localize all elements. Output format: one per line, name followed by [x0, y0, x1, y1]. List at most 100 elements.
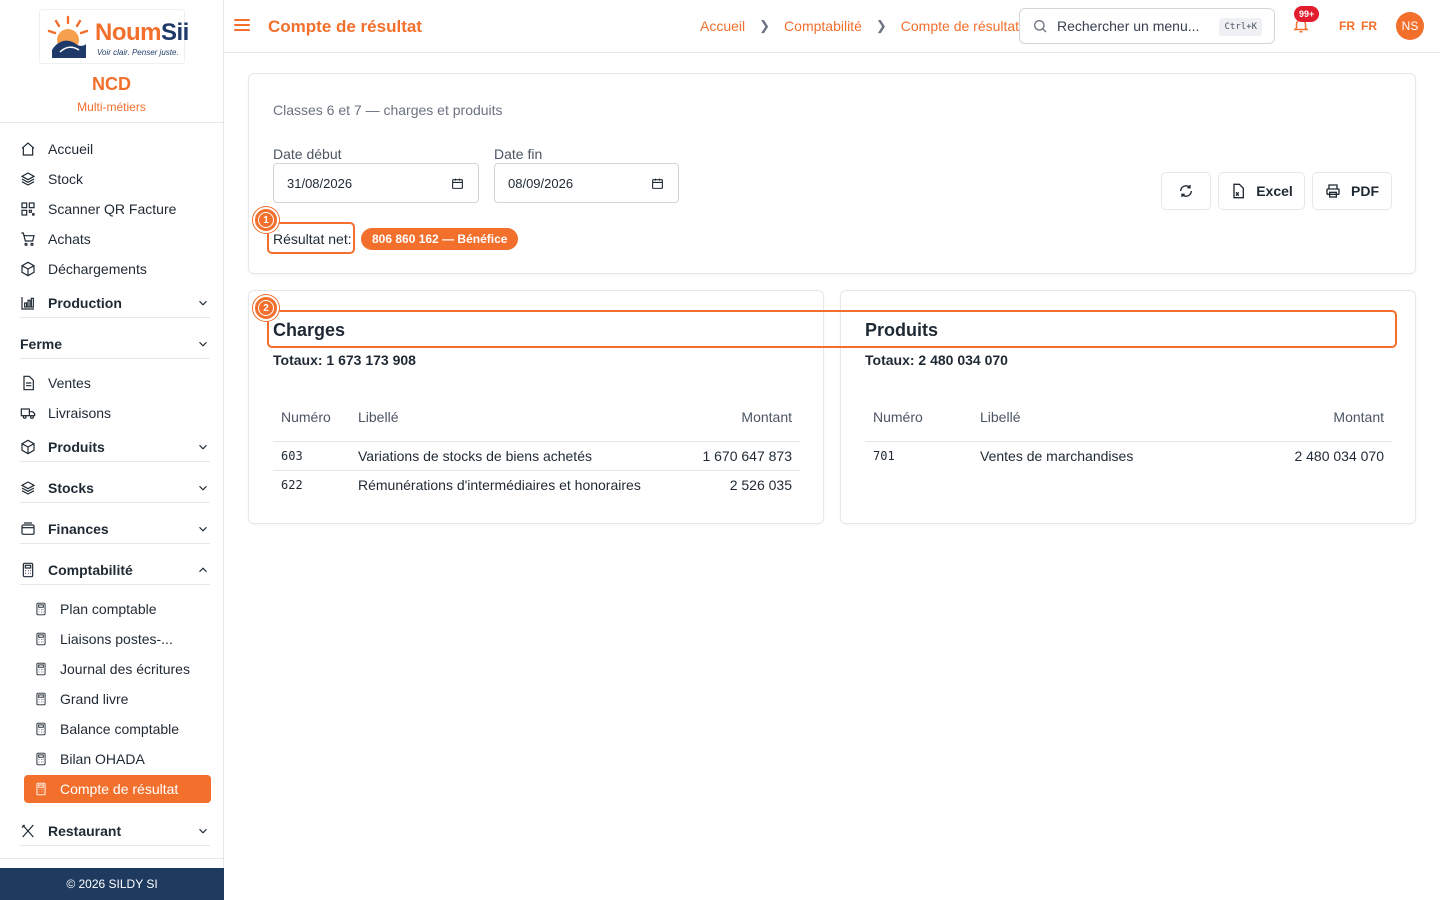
sidebar-group-finances[interactable]: Finances — [20, 514, 210, 544]
breadcrumb-item[interactable]: Accueil — [700, 18, 745, 34]
end-date-field[interactable]: 08/09/2026 — [494, 163, 679, 203]
cell-libelle: Ventes de marchandises — [980, 447, 1134, 464]
sidebar-subitem-journal[interactable]: Journal des écritures — [34, 655, 190, 683]
sidebar-subitem-compte-resultat[interactable]: Compte de résultat — [24, 775, 211, 803]
qr-icon — [21, 202, 35, 216]
annotation-marker-1: 1 — [253, 207, 279, 233]
column-header[interactable]: Numéro — [865, 399, 972, 442]
highlight-section-titles — [267, 310, 1397, 348]
group-label: Stocks — [48, 479, 94, 496]
start-date-value: 31/08/2026 — [287, 175, 353, 191]
card-subtitle: Classes 6 et 7 — charges et produits — [273, 102, 503, 118]
start-date-field[interactable]: 31/08/2026 — [273, 163, 479, 203]
group-label: Ferme — [20, 335, 63, 352]
sidebar: NoumSii Voir clair. Penser juste. NCD Mu… — [0, 0, 224, 900]
calendar-icon[interactable] — [651, 177, 664, 190]
hamburger-menu-icon[interactable] — [234, 16, 250, 36]
sidebar-item-accueil[interactable]: Accueil — [20, 135, 93, 163]
chevron-right-icon: ❯ — [875, 18, 887, 33]
group-label: Production — [48, 294, 122, 311]
logo[interactable]: NoumSii Voir clair. Penser juste. — [39, 9, 189, 64]
sidebar-footer: © 2026 SILDY SI — [0, 868, 224, 900]
marker-number: 2 — [258, 300, 274, 316]
excel-file-icon — [1233, 183, 1245, 199]
org-subtitle: Multi-métiers — [77, 100, 146, 114]
sidebar-group-produits[interactable]: Produits — [20, 432, 210, 462]
sidebar-subitem-bilan-ohada[interactable]: Bilan OHADA — [34, 745, 145, 773]
sidebar-item-ventes[interactable]: Ventes — [20, 369, 91, 397]
chevron-down-icon — [199, 444, 207, 450]
calculator-icon — [36, 602, 46, 616]
marker-number: 1 — [258, 212, 274, 228]
sidebar-subitem-label: Liaisons postes-... — [60, 631, 173, 647]
cell-numero: 622 — [281, 477, 303, 492]
cell-montant: 2 480 034 070 — [1294, 447, 1384, 464]
sidebar-group-production[interactable]: Production — [20, 288, 210, 318]
sidebar-subitem-label: Journal des écritures — [60, 661, 190, 677]
table-row[interactable]: 701 Ventes de marchandises 2 480 034 070 — [865, 441, 1392, 470]
table-header-row: Numéro Libellé Montant — [273, 399, 800, 442]
logo-wordmark: NoumSii — [95, 19, 189, 46]
sidebar-group-restaurant[interactable]: Restaurant — [20, 816, 210, 846]
logo-tagline: Voir clair. Penser juste. — [97, 48, 179, 57]
highlight-net-result — [267, 222, 355, 254]
avatar[interactable]: NS — [1396, 12, 1424, 40]
table-row[interactable]: 622 Rémunérations d'intermédiaires et ho… — [273, 470, 800, 499]
button-label: PDF — [1351, 183, 1379, 199]
refresh-button[interactable] — [1161, 172, 1211, 210]
sidebar-item-livraisons[interactable]: Livraisons — [20, 399, 111, 427]
top-header: Compte de résultat Accueil ❯ Comptabilit… — [224, 0, 1440, 53]
sidebar-group-comptabilite[interactable]: Comptabilité — [20, 555, 210, 585]
search-input[interactable]: Rechercher un menu... Ctrl+K — [1019, 8, 1275, 44]
column-header[interactable]: Libellé — [350, 399, 670, 442]
sidebar-item-label: Accueil — [48, 141, 94, 157]
column-header[interactable]: Libellé — [972, 399, 1262, 442]
filters-card: Classes 6 et 7 — charges et produits Dat… — [248, 73, 1416, 274]
export-excel-button[interactable]: Excel — [1218, 172, 1305, 210]
sidebar-group-ferme[interactable]: Ferme — [20, 329, 210, 359]
utensils-icon — [21, 824, 34, 837]
package-icon — [21, 261, 35, 277]
breadcrumb-item[interactable]: Compte de résultat — [901, 18, 1019, 34]
produits-totals: Totaux: 2 480 034 070 — [865, 352, 1008, 368]
cell-montant: 2 526 035 — [729, 476, 792, 493]
language-switcher[interactable]: FR FR — [1339, 19, 1383, 33]
chevron-right-icon: ❯ — [759, 18, 771, 33]
breadcrumb-item[interactable]: Comptabilité — [784, 18, 862, 34]
sidebar-subitem-plan-comptable[interactable]: Plan comptable — [34, 595, 157, 623]
cell-numero: 701 — [873, 448, 895, 463]
sidebar-item-achats[interactable]: Achats — [20, 225, 91, 253]
sidebar-group-stocks[interactable]: Stocks — [20, 473, 210, 503]
cell-libelle: Rémunérations d'intermédiaires et honora… — [358, 476, 641, 493]
divider — [0, 858, 223, 859]
sidebar-item-label: Livraisons — [48, 405, 112, 421]
org-name: NCD — [92, 74, 131, 94]
cell-libelle: Variations de stocks de biens achetés — [350, 441, 670, 471]
truck-icon — [20, 408, 36, 419]
chevron-down-icon — [199, 300, 207, 306]
column-header[interactable]: Montant — [670, 399, 800, 442]
column-header[interactable]: Montant — [1262, 399, 1392, 442]
sidebar-subitem-balance[interactable]: Balance comptable — [34, 715, 179, 743]
sidebar-item-scanner-qr[interactable]: Scanner QR Facture — [20, 195, 176, 223]
column-header[interactable]: Numéro — [273, 399, 350, 442]
export-pdf-button[interactable]: PDF — [1312, 172, 1392, 210]
charges-totals: Totaux: 1 673 173 908 — [273, 352, 416, 368]
layers-icon — [20, 172, 36, 186]
sidebar-item-label: Déchargements — [48, 261, 147, 277]
chevron-down-icon — [199, 341, 207, 347]
chevron-down-icon — [199, 526, 207, 532]
wallet-icon — [21, 521, 35, 535]
table-row[interactable]: 603 Variations de stocks de biens acheté… — [273, 441, 800, 471]
sidebar-subitem-grand-livre[interactable]: Grand livre — [34, 685, 128, 713]
chart-icon — [21, 296, 34, 310]
button-label: Excel — [1256, 183, 1293, 199]
calendar-icon[interactable] — [451, 177, 464, 190]
net-result-badge: 806 860 162 — Bénéfice — [361, 228, 519, 250]
sidebar-item-stock[interactable]: Stock — [20, 165, 83, 193]
breadcrumb: Accueil ❯ Comptabilité ❯ Compte de résul… — [700, 18, 1019, 34]
sidebar-subitem-liaisons-postes[interactable]: Liaisons postes-... — [34, 625, 173, 653]
sidebar-item-dechargements[interactable]: Déchargements — [20, 255, 147, 283]
sidebar-subitem-label: Balance comptable — [60, 721, 180, 737]
start-date-label: Date début — [273, 146, 342, 162]
